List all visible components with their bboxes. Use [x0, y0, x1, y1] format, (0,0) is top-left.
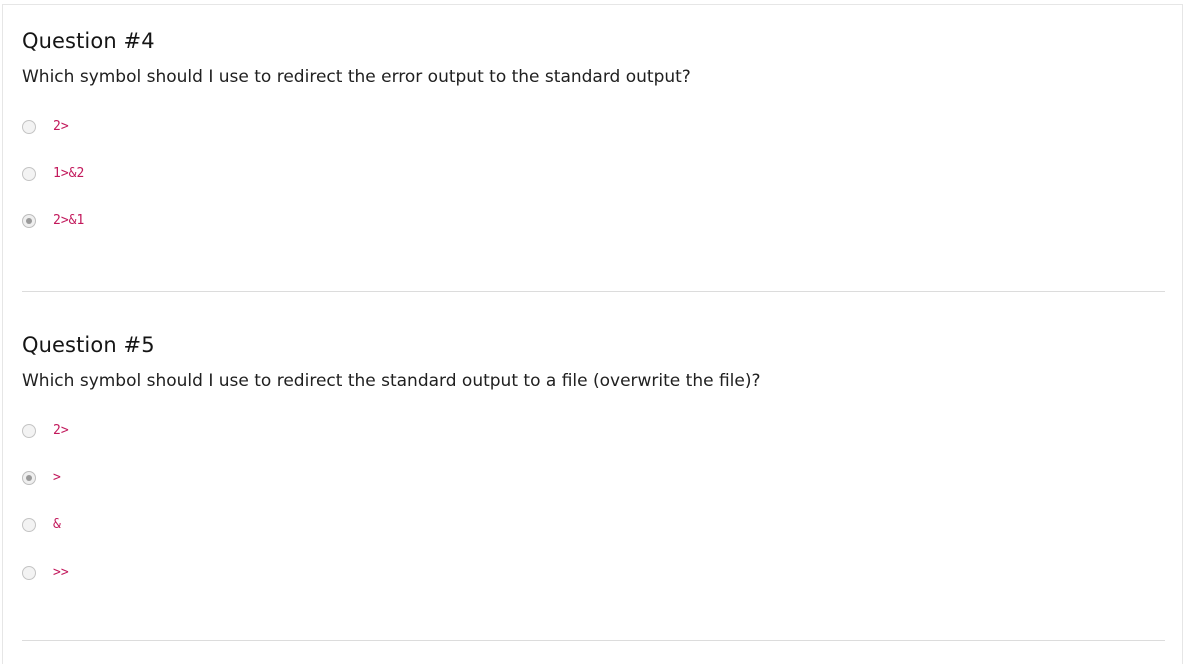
question-divider	[22, 640, 1165, 641]
answer-option[interactable]: 2>&1	[22, 211, 84, 231]
question-4: Question #4 Which symbol should I use to…	[22, 27, 1165, 228]
quiz-card: Question #4 Which symbol should I use to…	[2, 4, 1183, 664]
question-divider	[22, 291, 1165, 292]
radio-button[interactable]	[22, 566, 36, 580]
radio-button-selected[interactable]	[22, 214, 36, 228]
answer-option[interactable]: 2>	[22, 421, 69, 441]
radio-button[interactable]	[22, 167, 36, 181]
answer-option[interactable]: >	[22, 468, 61, 488]
question-5: Question #5 Which symbol should I use to…	[22, 331, 1165, 580]
radio-button[interactable]	[22, 120, 36, 134]
answer-label: 2>	[53, 423, 69, 438]
question-title: Question #5	[22, 333, 155, 357]
answer-option[interactable]: &	[22, 515, 61, 535]
answer-label: 1>&2	[53, 166, 85, 181]
answer-label: 2>	[53, 119, 69, 134]
answer-label: >>	[53, 565, 69, 580]
question-text: Which symbol should I use to redirect th…	[22, 67, 691, 87]
question-title: Question #4	[22, 29, 155, 53]
answer-option[interactable]: >>	[22, 563, 69, 583]
radio-button[interactable]	[22, 424, 36, 438]
radio-button-selected[interactable]	[22, 471, 36, 485]
answer-label: &	[53, 517, 61, 532]
answer-label: 2>&1	[53, 213, 85, 228]
answer-label: >	[53, 470, 61, 485]
radio-button[interactable]	[22, 518, 36, 532]
answer-option[interactable]: 1>&2	[22, 164, 84, 184]
answer-option[interactable]: 2>	[22, 117, 69, 137]
question-text: Which symbol should I use to redirect th…	[22, 371, 761, 391]
